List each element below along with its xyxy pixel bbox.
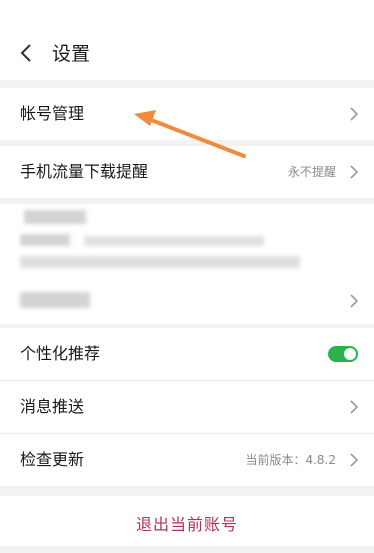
annotation-arrow-icon [134,110,246,158]
